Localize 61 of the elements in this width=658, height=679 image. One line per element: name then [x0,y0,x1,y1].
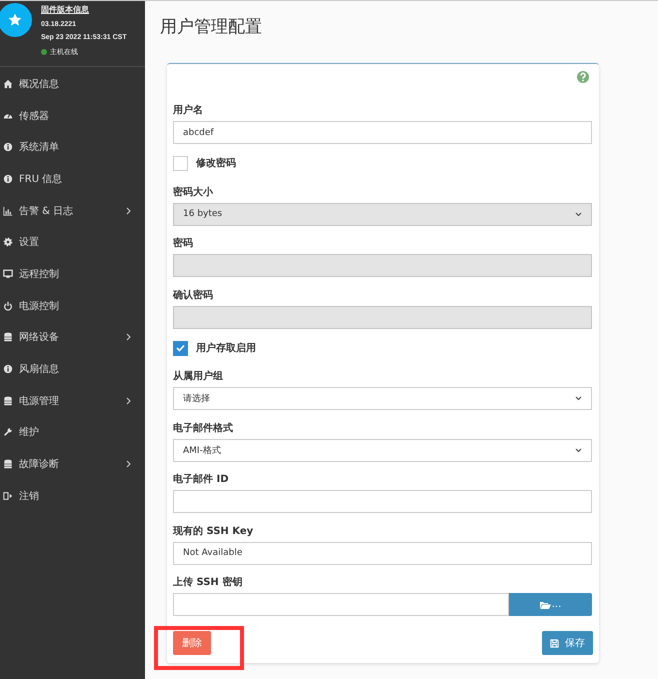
field-label: 确认密码 [173,288,213,302]
avatar-icon [0,3,32,37]
checkbox[interactable] [173,156,188,171]
chevron-down-icon [575,448,582,452]
info-icon [3,174,13,184]
chevron-icon [126,333,131,342]
wrench-icon [3,427,13,438]
checkmark-icon [176,344,185,352]
field-label: 电子邮件 ID [173,473,229,486]
database-icon [3,332,13,342]
folder-icon [540,600,551,608]
field-label: 密码 [173,237,193,250]
chevron-icon [126,396,131,405]
input-field[interactable]: Not Available [173,542,592,564]
field-label: 电子邮件格式 [173,422,233,434]
power-icon [3,300,13,311]
sidebar-item[interactable]: 故障诊断 [0,448,145,480]
input-field[interactable]: abcdef [173,121,592,144]
sidebar-item[interactable]: 网络设备 [0,322,145,354]
sidebar-item[interactable]: 告警 & 日志 [0,194,145,226]
checkbox-label: 用户存取启用 [196,342,256,354]
checkbox[interactable] [173,340,188,356]
page-title: 用户管理配置 [160,16,262,39]
sidebar-item[interactable]: 电源控制 [0,290,145,322]
sidebar-item[interactable]: 注销 [0,480,145,512]
database-icon [3,396,13,406]
info-icon [3,142,13,152]
database-icon [3,459,13,470]
file-path-field[interactable] [173,593,509,616]
sidebar-item[interactable]: 设置 [0,226,145,258]
sidebar-item[interactable]: FRU 信息 [0,163,145,195]
chevron-icon [126,206,131,215]
field-label: 密码大小 [173,186,213,198]
logout-icon [3,490,13,501]
field-label: 从属用户组 [173,370,223,383]
field-label: 上传 SSH 密钥 [173,576,242,589]
input-field[interactable] [173,490,592,513]
home-icon [3,78,13,89]
browse-button[interactable]: ... [509,593,592,616]
chevron-icon [126,460,131,468]
sidebar-item[interactable]: 概况信息 [0,68,145,100]
sidebar-item[interactable]: 远程控制 [0,258,145,290]
chevron-down-icon [575,396,582,401]
select-field[interactable]: 请选择 [173,387,592,410]
gear-icon [3,237,13,248]
field-label: 用户名 [173,104,203,117]
sidebar-item[interactable]: 风扇信息 [0,353,145,385]
field-label: 现有的 SSH Key [173,524,254,538]
monitor-icon [3,268,13,279]
firmware-title[interactable]: 固件版本信息 [41,4,127,15]
save-button[interactable]: 保存 [542,631,593,655]
sidebar-item[interactable]: 系统清单 [0,131,145,164]
sidebar-item[interactable]: 传感器 [0,100,145,132]
checkbox-label: 修改密码 [196,157,236,170]
help-icon[interactable] [577,71,589,83]
bar-chart-icon [3,206,13,216]
sidebar-item[interactable]: 维护 [0,416,145,448]
chevron-down-icon [575,212,582,216]
info-icon [3,364,13,374]
select-field[interactable]: AMI-格式 [173,438,592,462]
sidebar-item[interactable]: 电源管理 [0,384,145,417]
